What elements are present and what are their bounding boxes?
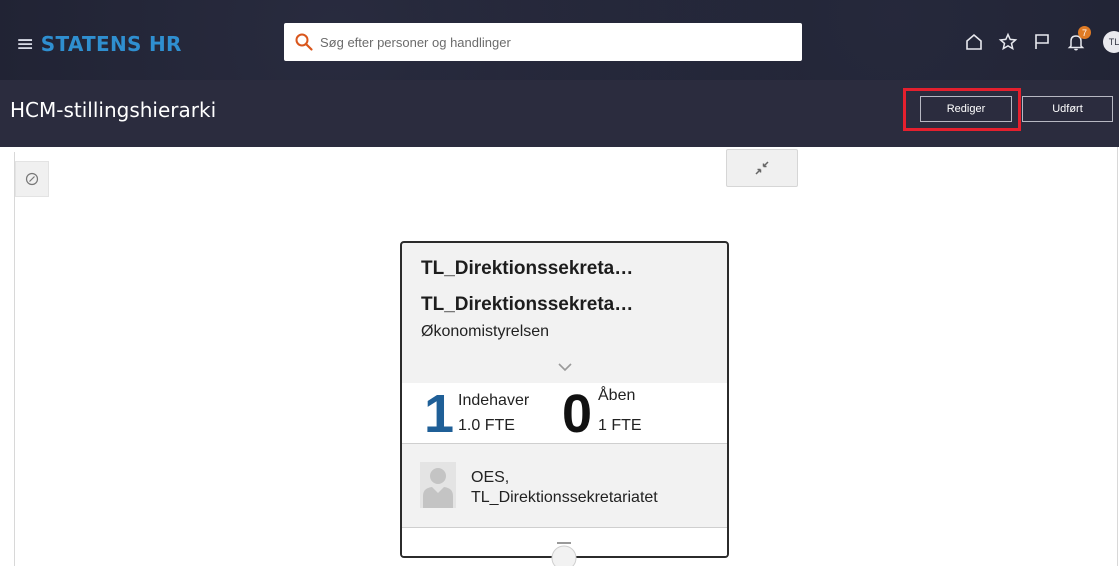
incumbents-count: 1 [424,384,455,444]
collapse-arrows-icon [755,161,769,175]
open-count: 0 [562,384,593,444]
compass-button[interactable] [15,161,49,197]
user-avatar[interactable]: TL [1103,31,1119,53]
search-input[interactable] [320,23,802,61]
position-name: TL_Direktionssekreta… [421,294,634,315]
person-placeholder-icon [420,462,456,508]
incumbents-label: Indehaver [458,392,530,409]
compass-icon [25,172,39,186]
page-title: HCM-stillingshierarki [10,98,217,122]
edit-button[interactable]: Rediger [920,96,1012,122]
chevron-down-icon[interactable] [557,361,573,373]
notification-badge: 7 [1078,26,1091,39]
canvas-border-left [14,152,15,566]
incumbent-name-line1[interactable]: OES, [471,469,509,487]
position-stats: 1 Indehaver 1.0 FTE 0 Åben 1 FTE [402,383,727,444]
open-label: Åben [598,387,636,404]
incumbent-row[interactable]: OES, TL_Direktionssekretariatet [402,445,727,528]
position-organization: Økonomistyrelsen [421,323,550,340]
incumbents-fte: 1.0 FTE [458,417,515,434]
expand-children-icon[interactable] [549,542,579,566]
bell-icon[interactable]: 7 [1063,26,1091,55]
open-fte: 1 FTE [598,417,642,434]
brand-logo-text: STATENS HR [40,32,182,56]
search-icon [295,33,313,51]
canvas-border-right [1117,147,1118,566]
home-icon[interactable] [961,29,987,55]
flag-icon[interactable] [1029,29,1055,55]
brand[interactable]: ≡ STATENS HR [16,29,182,59]
collapse-button[interactable] [726,149,798,187]
hamburger-icon[interactable]: ≡ [16,32,35,57]
header-icons: 7 TL [953,26,1119,55]
global-search[interactable] [284,23,802,61]
position-title[interactable]: TL_Direktionssekreta… [421,258,633,280]
global-header: ≡ STATENS HR 7 TL [0,0,1119,80]
position-card[interactable]: TL_Direktionssekreta… TL_Direktionssekre… [400,241,729,558]
incumbent-name-line2[interactable]: TL_Direktionssekretariatet [471,489,658,507]
done-button[interactable]: Udført [1022,96,1113,122]
star-icon[interactable] [995,29,1021,55]
